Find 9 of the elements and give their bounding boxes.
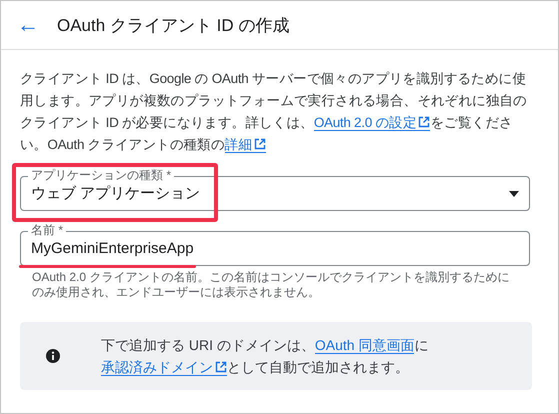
page-title: OAuth クライアント ID の作成: [57, 14, 290, 36]
text-link[interactable]: 承認済みドメイン: [101, 359, 227, 376]
helper-text: OAuth 2.0 クライアントの名前。この名前はコンソールでクライアントを識別するためにのみ使用され、エンドユーザーには表示されません。: [32, 270, 510, 300]
text-link[interactable]: 詳細: [224, 137, 266, 153]
text-link[interactable]: OAuth 2.0 の設定: [314, 115, 430, 131]
description-text: クライアント ID は、Google の OAuth サーバーで個々のアプリを識別するために使用します。アプリが複数のプラットフォームで実行される場合、それぞれに独自のクライアント ID が必要になります。詳しくは、OAuth 2.0 の設定 をご覧ください。OAuth クライアントの種類の詳細: [20, 70, 528, 155]
text-link[interactable]: OAuth 同意画面: [314, 337, 414, 354]
back-arrow[interactable]: ←: [17, 14, 39, 36]
info-text: 下で追加する URI のドメインは、OAuth 同意画面に 承認済みドメイン として自動で追加されます。: [101, 336, 430, 378]
